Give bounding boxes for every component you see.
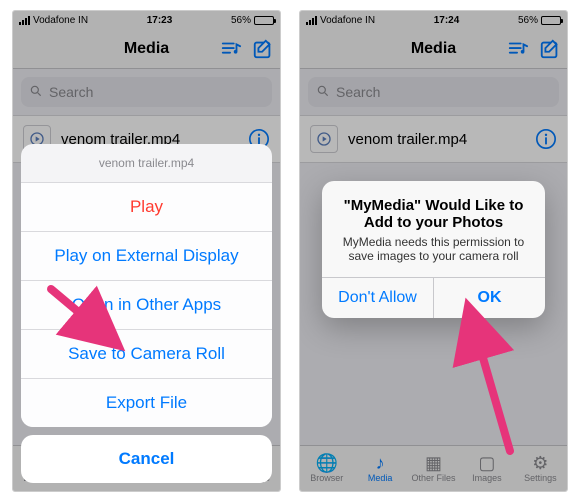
alert-title: "MyMedia" Would Like to Add to your Phot… <box>336 197 531 231</box>
alert-message: MyMedia needs this permission to save im… <box>336 235 531 263</box>
ok-button[interactable]: OK <box>433 278 545 318</box>
action-play-external[interactable]: Play on External Display <box>21 232 272 281</box>
phone-right: Vodafone IN 17:24 56% Media Search venom… <box>299 10 568 492</box>
phone-left: Vodafone IN 17:23 56% Media Search venom… <box>12 10 281 492</box>
action-export-file[interactable]: Export File <box>21 379 272 427</box>
cancel-button[interactable]: Cancel <box>21 435 272 483</box>
action-sheet: venom trailer.mp4 Play Play on External … <box>21 144 272 483</box>
dont-allow-button[interactable]: Don't Allow <box>322 278 433 318</box>
action-play[interactable]: Play <box>21 183 272 232</box>
action-open-other-apps[interactable]: Open in Other Apps <box>21 281 272 330</box>
action-save-camera-roll[interactable]: Save to Camera Roll <box>21 330 272 379</box>
sheet-header: venom trailer.mp4 <box>21 144 272 183</box>
permission-alert: "MyMedia" Would Like to Add to your Phot… <box>322 181 545 318</box>
